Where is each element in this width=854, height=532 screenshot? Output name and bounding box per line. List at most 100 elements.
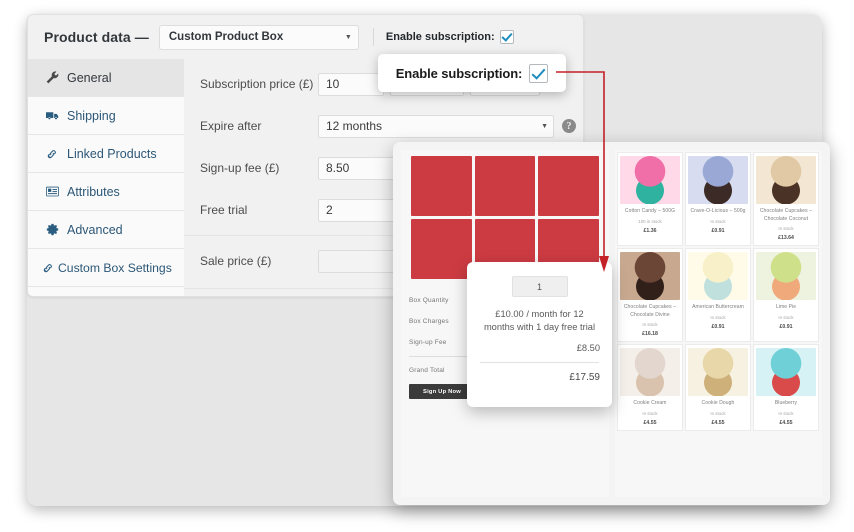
sidebar-item-attributes[interactable]: Attributes [28, 173, 184, 211]
box-slot-grid [411, 156, 599, 279]
chevron-down-icon: ▼ [541, 122, 548, 130]
product-price: £1.36 [643, 227, 657, 234]
product-row: Chocolate Cupcakes – Chocolate Divine In … [617, 248, 820, 342]
screenshot-root: Product data — Custom Product Box ▼ Enab… [0, 0, 854, 532]
product-card[interactable]: Chocolate Cupcakes – Chocolate Coconut In… [753, 152, 819, 246]
product-image [756, 348, 816, 396]
product-stock-status: 100 in stock [638, 218, 662, 224]
enable-subscription-checkbox[interactable] [499, 30, 514, 44]
quantity-input[interactable]: 1 [511, 276, 568, 297]
product-name: Cookie Cream [633, 400, 667, 406]
sidebar-item-label: Custom Box Settings [58, 260, 172, 275]
product-name: Cookie Dough [701, 400, 735, 406]
product-stock-status: In stock [778, 410, 794, 416]
price-summary-popup: 1 £10.00 / month for 12 months with 1 da… [467, 262, 612, 407]
sidebar-item-label: Linked Products [67, 146, 157, 161]
enable-subscription-field[interactable]: Enable subscription: [386, 30, 514, 44]
product-list: Cotton Candy – 500G 100 in stock £1.36 Crav… [615, 150, 822, 497]
product-stock-status: In stock [710, 410, 726, 416]
product-name: Crave-O-Licious – 500g [690, 208, 746, 214]
product-stock-status: In stock [778, 226, 794, 231]
truck-icon [45, 109, 59, 123]
product-stock-status: In stock [710, 218, 726, 224]
product-image [688, 348, 748, 396]
product-image [688, 252, 748, 300]
product-name: Lime Pie [775, 304, 797, 310]
box-slot[interactable] [538, 156, 599, 216]
box-slot[interactable] [474, 156, 536, 216]
product-type-value: Custom Product Box [168, 31, 284, 43]
product-price: £4.55 [779, 419, 793, 426]
product-stock-status: In stock [778, 314, 794, 320]
product-image [620, 348, 680, 396]
product-type-select[interactable]: Custom Product Box ▼ [158, 24, 359, 50]
product-price: £4.55 [711, 419, 725, 426]
product-price: £0.91 [711, 227, 725, 234]
product-name: Chocolate Cupcakes – Chocolate Coconut [759, 208, 813, 222]
sidebar-item-label: Advanced [67, 222, 123, 237]
subscription-terms-text: £10.00 / month for 12 months with 1 day … [483, 309, 596, 333]
sidebar-item-label: Attributes [67, 184, 120, 199]
popup-divider [480, 361, 599, 363]
sidebar-item-label: Shipping [67, 108, 116, 123]
sidebar-item-label: General [67, 70, 112, 85]
product-price: £0.91 [711, 323, 725, 330]
expire-after-value: 12 months [326, 119, 383, 133]
product-card[interactable]: Cotton Candy – 500G 100 in stock £1.36 [617, 152, 683, 246]
enable-subscription-label: Enable subscription: [385, 31, 495, 43]
product-name: Cotton Candy – 500G [624, 208, 676, 214]
product-card[interactable]: Cookie Cream In stock £4.55 [617, 344, 683, 431]
box-slot[interactable] [411, 156, 472, 216]
product-price: £0.91 [779, 323, 793, 330]
sign-up-now-button[interactable]: Sign Up Now [409, 384, 475, 399]
sidebar-item-custom-box-settings[interactable]: Custom Box Settings [28, 249, 184, 287]
header-divider [372, 28, 374, 46]
product-stock-status: In stock [642, 322, 658, 327]
product-card[interactable]: Blueberry In stock £4.55 [753, 344, 819, 431]
sidebar-item-advanced[interactable]: Advanced [28, 211, 184, 249]
sidebar-item-general[interactable]: General [28, 59, 184, 97]
product-card[interactable]: Lime Pie In stock £0.91 [753, 248, 819, 342]
product-card[interactable]: Crave-O-Licious – 500g In stock £0.91 [685, 152, 751, 246]
chevron-down-icon: ▼ [344, 33, 352, 41]
signup-fee-amount: £8.50 [576, 342, 600, 353]
help-icon[interactable]: ? [562, 119, 576, 133]
product-stock-status: In stock [710, 314, 726, 320]
product-card[interactable]: Cookie Dough In stock £4.55 [685, 344, 751, 431]
field-label: Sale price (£) [200, 254, 272, 268]
wrench-icon [45, 71, 59, 85]
field-label: Subscription price (£) [200, 77, 314, 91]
product-name: Blueberry [774, 400, 798, 406]
callout-checkbox[interactable] [529, 63, 549, 83]
product-row: Cotton Candy – 500G 100 in stock £1.36 Crav… [617, 152, 820, 246]
link-icon [45, 147, 59, 161]
product-name: Chocolate Cupcakes – Chocolate Divine [623, 304, 677, 318]
link-icon [41, 261, 55, 275]
metabox-tab-list: General Shipping Linked Products Attribu… [28, 59, 185, 296]
field-label: Expire after [200, 119, 262, 133]
product-image [756, 252, 816, 300]
product-price: £16.18 [642, 331, 658, 337]
gear-icon [45, 223, 59, 237]
product-image [756, 156, 816, 204]
box-slot[interactable] [411, 219, 472, 279]
product-image [620, 252, 680, 300]
product-image [620, 156, 680, 204]
callout-label: Enable subscription: [395, 65, 523, 81]
product-card[interactable]: American Buttercream In stock £0.91 [685, 248, 751, 342]
field-expire-after: Expire after 12 months ▼ ? [184, 105, 583, 147]
product-name: American Buttercream [692, 304, 744, 310]
page-title: Product data — [44, 29, 149, 45]
sidebar-item-shipping[interactable]: Shipping [28, 97, 184, 135]
subscription-price-input[interactable]: 10 [318, 72, 384, 96]
product-card[interactable]: Chocolate Cupcakes – Chocolate Divine In … [617, 248, 683, 342]
expire-after-select[interactable]: 12 months ▼ [318, 114, 554, 138]
field-label: Free trial [200, 203, 248, 217]
grand-total-amount: £17.59 [569, 371, 600, 383]
list-icon [45, 185, 59, 199]
sidebar-item-linked-products[interactable]: Linked Products [28, 135, 184, 173]
product-row: Cookie Cream In stock £4.55 Cookie Dough In … [617, 344, 820, 431]
field-label: Sign-up fee (£) [200, 161, 280, 175]
product-stock-status: In stock [642, 410, 658, 416]
product-price: £13.64 [778, 235, 794, 241]
